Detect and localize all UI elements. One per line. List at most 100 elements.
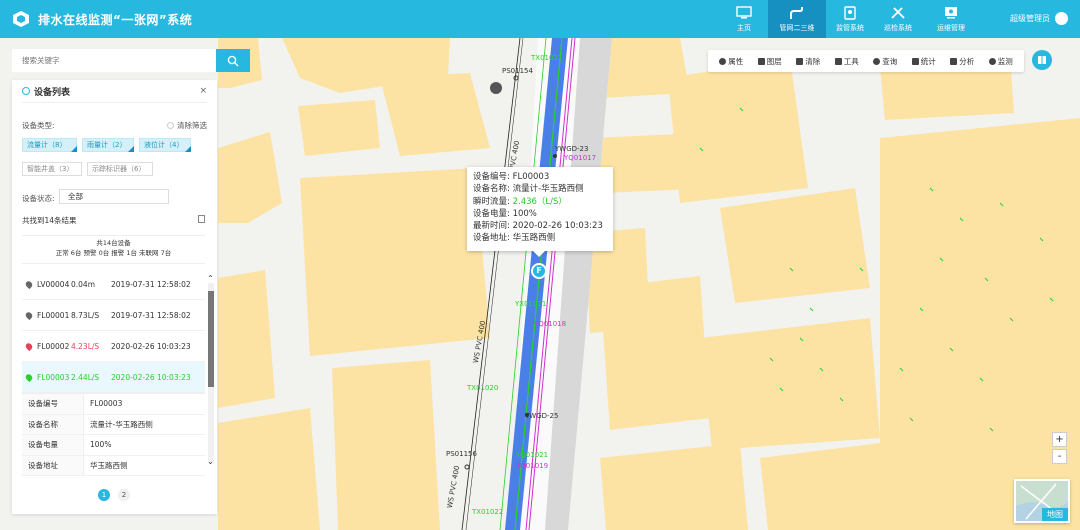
page-1[interactable]: 1 <box>98 489 110 501</box>
zoom-out-button[interactable]: - <box>1052 449 1067 464</box>
tool-clear[interactable]: 清除 <box>796 56 820 67</box>
summary-total: 共14台设备 <box>96 239 131 247</box>
pagination: 1 2 <box>98 489 130 501</box>
shield-icon <box>844 5 856 20</box>
scrollbar-thumb[interactable] <box>208 291 214 387</box>
user-menu[interactable]: 超级管理员 <box>1010 12 1068 25</box>
pencil-icon <box>834 57 842 65</box>
nav-home-label: 主页 <box>737 23 751 32</box>
device-status-label: 设备状态: <box>22 194 55 203</box>
filter-chip-smart-cover[interactable]: 智能井盖（3） <box>22 162 82 176</box>
nav-operations[interactable]: 运维管理 <box>922 0 980 38</box>
clear-filter[interactable]: 清除筛选 <box>167 120 207 131</box>
nav-pipe-network[interactable]: 管网二三维 <box>768 0 826 38</box>
detail-value: 华玉路西侧 <box>90 460 128 470</box>
map-label-ywgd23: YWGD-23 <box>555 145 589 153</box>
device-time: 2019-07-31 12:58:02 <box>111 310 191 320</box>
nav-home[interactable]: 主页 <box>720 0 768 38</box>
map-label-ywgd25: YWGD-25 <box>525 412 559 420</box>
list-item[interactable]: LV00004 0.04m 2019-07-31 12:58:02 <box>22 269 205 300</box>
popup-value: 流量计-华玉路西侧 <box>512 184 584 195</box>
monitor-icon <box>736 5 752 18</box>
popup-line: 最新时间: 2020-02-26 10:03:23 <box>473 220 607 232</box>
close-button[interactable]: × <box>199 86 207 96</box>
pin-icon <box>24 279 34 289</box>
filter-chip-flowmeter[interactable]: 流量计（8） <box>22 138 77 152</box>
list-scrollbar[interactable]: ⌃ ⌄ <box>206 273 215 473</box>
search-icon <box>227 55 239 66</box>
chevron-up-icon[interactable]: ⌃ <box>206 275 215 283</box>
nav-supervision[interactable]: 监管系统 <box>826 0 874 38</box>
pin-icon <box>24 310 34 320</box>
tool-query[interactable]: 查询 <box>873 56 897 67</box>
user-name: 超级管理员 <box>1010 14 1050 23</box>
tool-attributes[interactable]: 属性 <box>719 56 743 67</box>
tool-tools-label: 工具 <box>843 56 859 66</box>
device-value: 4.23L/S <box>71 341 100 351</box>
device-time: 2020-02-26 10:03:23 <box>111 372 191 382</box>
panel-header: 设备列表 × <box>12 80 217 102</box>
tool-monitor[interactable]: 监测 <box>988 56 1013 67</box>
popup-line: 设备名称: 流量计-华玉路西侧 <box>473 183 607 195</box>
basemap-thumbnail: 地图 <box>1016 481 1068 521</box>
device-list: LV00004 0.04m 2019-07-31 12:58:02 FL0000… <box>22 269 205 477</box>
list-item[interactable]: FL00001 8.73L/S 2019-07-31 12:58:02 <box>22 300 205 331</box>
device-value: 8.73L/S <box>71 310 100 320</box>
chevron-down-icon[interactable]: ⌄ <box>206 458 215 466</box>
main-nav: 主页 管网二三维 监管系统 巡检系统 运维管理 <box>720 0 980 38</box>
basemap-label: 地图 <box>1042 508 1068 521</box>
search-input[interactable] <box>12 49 216 72</box>
top-header: 排水在线监测“一张网”系统 主页 管网二三维 监管系统 巡检系统 运维管理 超级… <box>0 0 1080 38</box>
map-label-ps154: PS01154 <box>502 67 533 75</box>
popup-key: 设备名称: <box>473 184 510 195</box>
bell-icon <box>988 57 996 65</box>
zoom-controls: + - <box>1052 432 1067 464</box>
nav-pipe-network-label: 管网二三维 <box>779 23 815 32</box>
filter-chip-raingauge[interactable]: 雨量计（2） <box>82 138 134 152</box>
list-item-selected[interactable]: FL00003 2.44L/S 2020-02-26 10:03:23 <box>22 362 205 393</box>
pin-icon <box>24 372 34 382</box>
popup-line: 设备地址: 华玉路西侧 <box>473 232 607 244</box>
detail-value: 流量计-华玉路西侧 <box>90 419 153 429</box>
nav-inspection-label: 巡检系统 <box>884 23 912 32</box>
basemap-switch[interactable]: 地图 <box>1014 479 1070 523</box>
popup-key: 最新时间: <box>473 221 510 232</box>
pin-icon <box>24 341 34 351</box>
device-id: FL00001 <box>37 310 70 320</box>
tools-icon <box>891 6 905 19</box>
tool-stats[interactable]: 统计 <box>911 56 936 67</box>
filter-chip-levelgauge[interactable]: 液位计（4） <box>139 138 191 152</box>
device-summary: 共14台设备 正常 6台 预警 0台 报警 1台 未联网 7台 <box>22 238 205 258</box>
nav-inspection[interactable]: 巡检系统 <box>874 0 922 38</box>
device-value: 2.44L/S <box>71 372 100 382</box>
detail-key: 设备电量 <box>22 435 84 455</box>
query-icon <box>873 57 881 65</box>
list-item[interactable]: FL00002 4.23L/S 2020-02-26 10:03:23 <box>22 331 205 362</box>
trash-icon <box>796 57 804 65</box>
search-button[interactable] <box>216 49 250 72</box>
zoom-in-button[interactable]: + <box>1052 432 1067 447</box>
page-2[interactable]: 2 <box>118 489 130 501</box>
popup-value: FL00003 <box>512 172 550 182</box>
device-marker[interactable]: F <box>531 263 547 279</box>
map-label-yq19: YQ01019 <box>516 462 549 470</box>
avatar <box>1055 12 1068 25</box>
popup-line: 设备编号: FL00003 <box>473 171 607 183</box>
book-icon[interactable] <box>1032 50 1052 70</box>
device-type-label: 设备类型: <box>22 121 55 130</box>
tool-layers[interactable]: 图层 <box>757 56 782 67</box>
app-logo-icon <box>13 11 29 27</box>
map-label-tx20: TX01020 <box>467 384 499 392</box>
filter-chip-tracer[interactable]: 示踪标识器（6） <box>87 162 153 176</box>
app-title: 排水在线监测“一张网”系统 <box>38 13 193 27</box>
screen-gear-icon <box>945 6 957 18</box>
tool-analysis[interactable]: 分析 <box>950 56 974 67</box>
device-detail-table: 设备编号 FL00003 设备名称 流量计-华玉路西侧 设备电量 100% 设备地址华… <box>22 393 205 476</box>
tool-tools[interactable]: 工具 <box>834 56 859 67</box>
nav-operations-label: 运维管理 <box>937 23 965 32</box>
popup-value: 2020-02-26 10:03:23 <box>512 221 603 232</box>
detail-key: 设备地址 <box>22 455 84 475</box>
status-select[interactable]: 全部 <box>59 189 169 204</box>
export-icon[interactable] <box>198 215 205 223</box>
popup-key: 设备电量: <box>473 208 510 219</box>
